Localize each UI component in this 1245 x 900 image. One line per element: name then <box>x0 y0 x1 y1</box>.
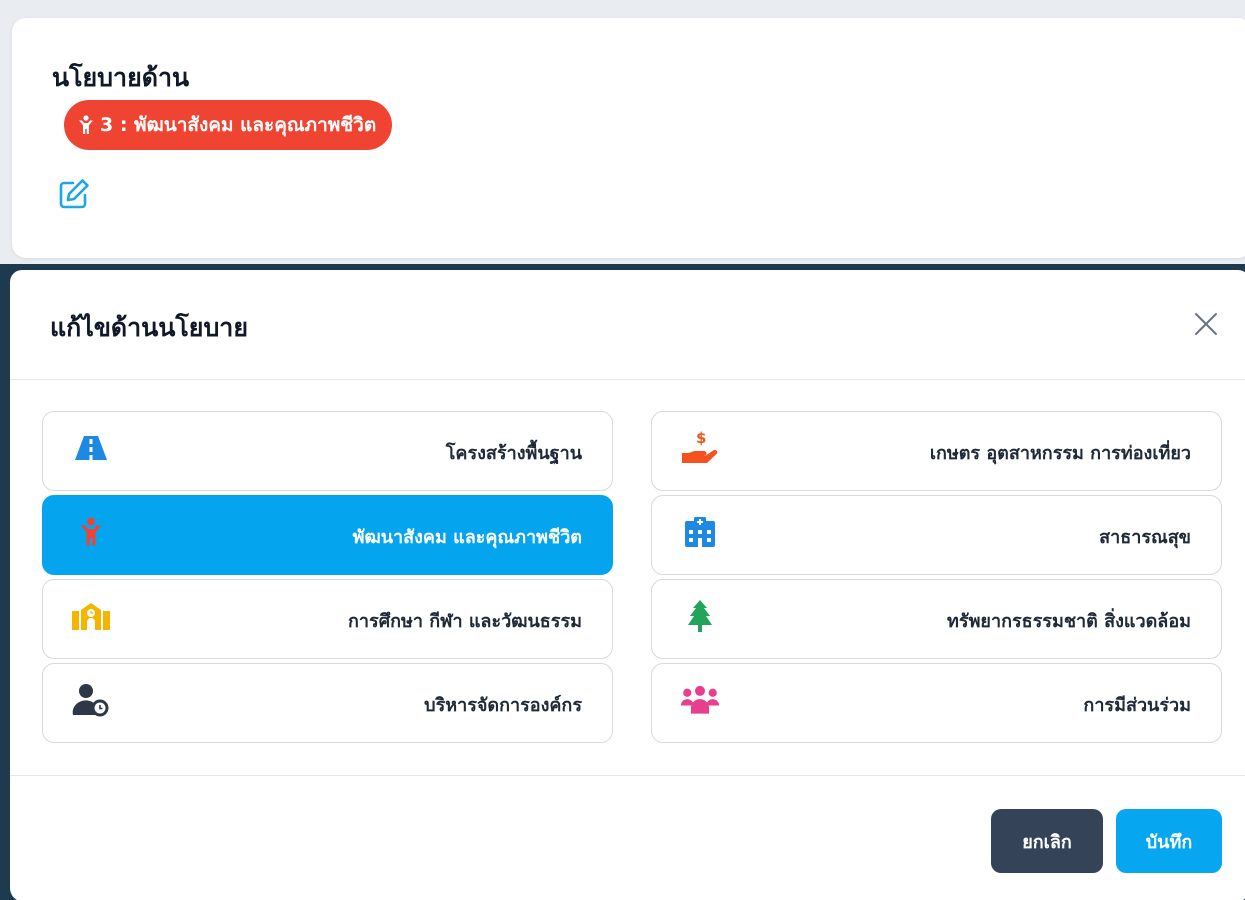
modal-footer: ยกเลิก บันทึก <box>10 775 1245 900</box>
option-label: สาธารณสุข <box>1099 527 1191 548</box>
option-label: การศึกษา กีฬา และวัฒนธรรม <box>348 611 582 632</box>
option-participation[interactable]: การมีส่วนร่วม <box>651 663 1222 743</box>
road-icon <box>71 430 111 466</box>
option-education-sports-culture[interactable]: การศึกษา กีฬา และวัฒนธรรม <box>42 579 613 659</box>
policy-badge: 3 : พัฒนาสังคม และคุณภาพชีวิต <box>64 100 393 150</box>
modal-header: แก้ไขด้านนโยบาย <box>10 270 1245 380</box>
modal-title: แก้ไขด้านนโยบาย <box>50 313 248 342</box>
svg-text:$: $ <box>696 429 706 447</box>
option-label: ทรัพยากรธรรมชาติ สิ่งแวดล้อม <box>947 611 1191 632</box>
option-social-development[interactable]: พัฒนาสังคม และคุณภาพชีวิต <box>42 495 613 575</box>
page: นโยบายด้าน 3 : พัฒนาสังคม และคุณภาพชีวิต… <box>0 0 1245 900</box>
edit-button[interactable] <box>56 178 92 214</box>
edit-policy-modal: แก้ไขด้านนโยบาย โครงสร้างพื้นฐาน $ เกษตร… <box>10 270 1245 900</box>
option-label: บริหารจัดการองค์กร <box>424 695 582 716</box>
option-infrastructure[interactable]: โครงสร้างพื้นฐาน <box>42 411 613 491</box>
cancel-button[interactable]: ยกเลิก <box>991 809 1103 873</box>
child-icon <box>71 514 111 550</box>
option-public-health[interactable]: สาธารณสุข <box>651 495 1222 575</box>
option-label: พัฒนาสังคม และคุณภาพชีวิต <box>352 527 582 548</box>
hospital-icon <box>680 514 720 550</box>
save-button[interactable]: บันทึก <box>1116 809 1222 873</box>
school-icon <box>71 598 111 634</box>
edit-icon <box>57 177 91 215</box>
user-clock-icon <box>71 682 111 718</box>
option-natural-resources-environment[interactable]: ทรัพยากรธรรมชาติ สิ่งแวดล้อม <box>651 579 1222 659</box>
tree-icon <box>680 598 720 634</box>
policy-badge-label: 3 : พัฒนาสังคม และคุณภาพชีวิต <box>100 114 377 136</box>
people-group-icon <box>680 682 720 718</box>
policy-options: โครงสร้างพื้นฐาน $ เกษตร อุตสาหกรรม การท… <box>42 411 1222 743</box>
hand-holding-dollar-icon: $ <box>680 429 720 466</box>
option-label: โครงสร้างพื้นฐาน <box>445 443 582 464</box>
option-agriculture-industry-tourism[interactable]: $ เกษตร อุตสาหกรรม การท่องเที่ยว <box>651 411 1222 491</box>
policy-title: นโยบายด้าน <box>52 63 190 92</box>
option-label: การมีส่วนร่วม <box>1083 695 1191 716</box>
policy-card: นโยบายด้าน 3 : พัฒนาสังคม และคุณภาพชีวิต <box>12 18 1245 258</box>
close-icon <box>1192 313 1220 342</box>
child-icon <box>78 115 94 135</box>
option-label: เกษตร อุตสาหกรรม การท่องเที่ยว <box>929 443 1191 464</box>
close-button[interactable] <box>1192 310 1220 338</box>
option-organization-management[interactable]: บริหารจัดการองค์กร <box>42 663 613 743</box>
